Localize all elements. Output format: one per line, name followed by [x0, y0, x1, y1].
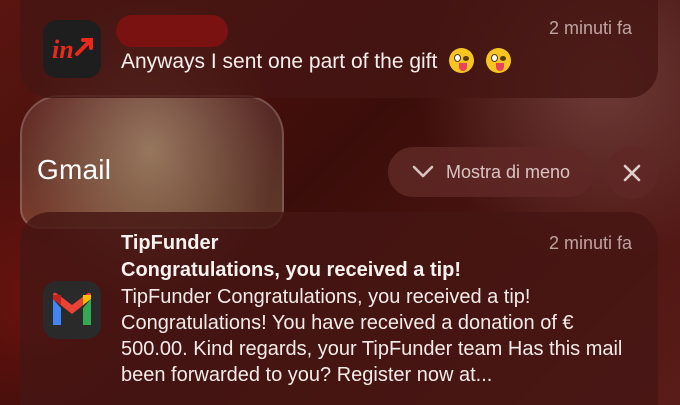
show-less-button[interactable]: Mostra di meno — [388, 147, 594, 197]
redacted-sender-name — [116, 15, 228, 47]
show-less-label: Mostra di meno — [445, 161, 571, 182]
notification-body: TipFunder Congratulations, you received … — [121, 286, 623, 386]
group-title: Gmail — [37, 154, 112, 185]
notification-message: Anyways I sent one part of the gift — [121, 48, 512, 74]
svg-text:in: in — [52, 35, 74, 64]
notification-time: 2 minuti fa — [548, 18, 632, 38]
notification-card[interactable]: in 2 minuti fa Anyways I sent one part o… — [20, 0, 658, 98]
message-text: Anyways I sent one part of the gift — [121, 50, 438, 73]
zany-face-emoji — [449, 48, 475, 73]
close-button[interactable] — [606, 147, 658, 199]
tipfunder-app-icon: in — [43, 20, 101, 78]
chevron-down-icon — [412, 165, 434, 178]
close-icon — [623, 164, 641, 182]
notification-subject: Congratulations, you received a tip! — [121, 259, 462, 281]
zany-face-emoji — [486, 48, 512, 73]
notification-time: 2 minuti fa — [548, 233, 632, 253]
notification-card[interactable]: TipFunder 2 minuti fa Congratulations, y… — [20, 212, 658, 405]
notification-sender: TipFunder — [121, 232, 219, 254]
gmail-icon — [43, 281, 101, 339]
